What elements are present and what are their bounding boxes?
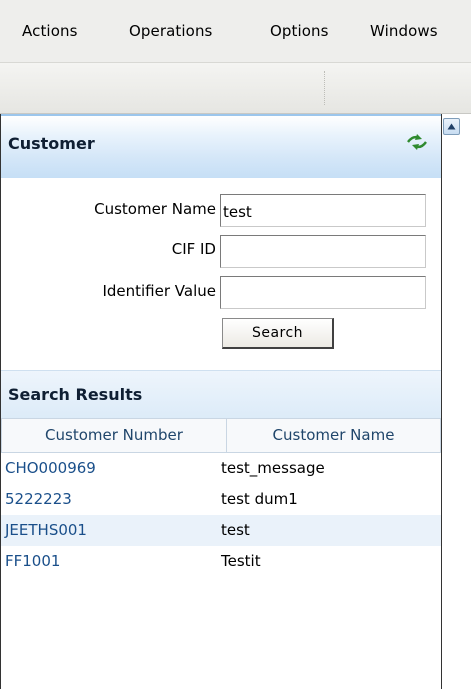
menu-actions[interactable]: Actions <box>22 22 78 40</box>
customer-number-link[interactable]: 5222223 <box>5 490 72 508</box>
customer-name-cell: test_message <box>221 459 325 477</box>
column-header-customer-number[interactable]: Customer Number <box>1 418 227 453</box>
customer-name-label: Customer Name <box>94 200 216 218</box>
customer-number-link[interactable]: FF1001 <box>5 552 60 570</box>
table-row[interactable]: JEETHS001 test <box>1 515 441 546</box>
table-row[interactable]: 5222223 test dum1 <box>1 484 441 515</box>
menu-options[interactable]: Options <box>270 22 329 40</box>
scroll-up-button[interactable] <box>443 118 460 135</box>
scroll-up-arrow-icon <box>447 123 456 130</box>
cif-id-label: CIF ID <box>171 240 216 258</box>
toolbar <box>0 63 471 114</box>
search-results-header: Search Results <box>1 370 441 419</box>
column-header-customer-name[interactable]: Customer Name <box>226 418 441 453</box>
search-results-title: Search Results <box>8 385 143 404</box>
customer-name-input[interactable] <box>220 194 426 227</box>
table-row[interactable]: FF1001 Testit <box>1 546 441 577</box>
menu-operations[interactable]: Operations <box>129 22 212 40</box>
menu-bar: Actions Operations Options Windows <box>0 0 471 63</box>
cif-id-input[interactable] <box>220 235 426 268</box>
panel-header: Customer <box>1 114 441 178</box>
table-row[interactable]: CHO000969 test_message <box>1 453 441 484</box>
customer-number-link[interactable]: CHO000969 <box>5 459 96 477</box>
customer-number-link[interactable]: JEETHS001 <box>5 521 87 539</box>
customer-panel: Customer Customer Name CIF ID Identifier… <box>0 114 442 689</box>
toolbar-separator <box>324 71 325 105</box>
customer-name-cell: test <box>221 521 250 539</box>
identifier-value-input[interactable] <box>220 276 426 309</box>
customer-name-cell: Testit <box>221 552 261 570</box>
refresh-icon[interactable] <box>405 132 429 152</box>
customer-name-cell: test dum1 <box>221 490 298 508</box>
identifier-value-label: Identifier Value <box>102 282 216 300</box>
menu-windows[interactable]: Windows <box>370 22 438 40</box>
panel-title: Customer <box>8 134 95 153</box>
search-button[interactable]: Search <box>222 318 334 349</box>
